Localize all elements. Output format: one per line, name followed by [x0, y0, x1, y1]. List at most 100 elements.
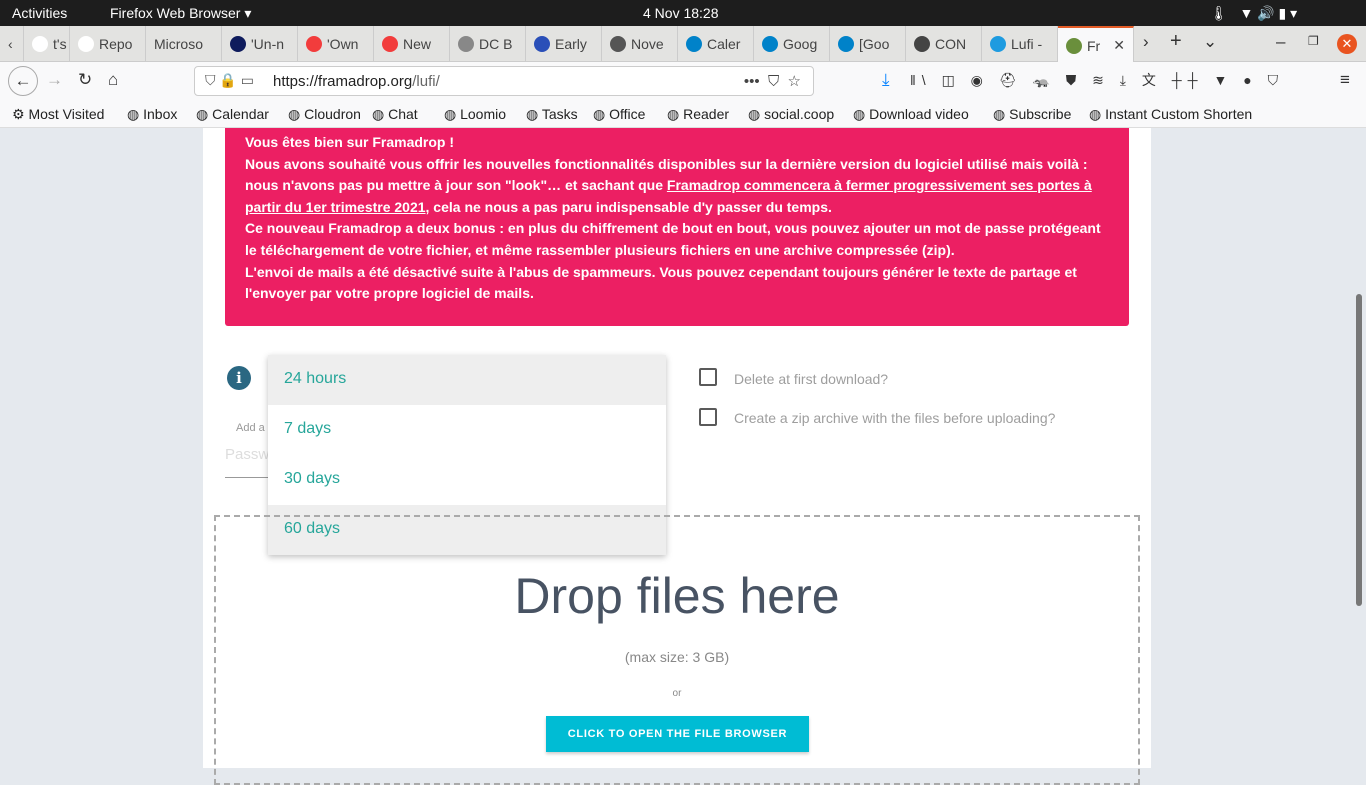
- tab[interactable]: 'Own: [298, 26, 374, 62]
- activities-button[interactable]: Activities: [12, 5, 67, 21]
- url-bar[interactable]: ⛉ 🔒 ▭ https://framadrop.org/lufi/ ••• ⛉ …: [194, 66, 814, 96]
- bookmark-item[interactable]: ⚙ Most Visited: [12, 106, 104, 123]
- scrollbar[interactable]: [1356, 294, 1362, 606]
- bookmark-icon: ⚙: [12, 106, 25, 122]
- tab[interactable]: t's tr: [24, 26, 70, 62]
- bookmarks-toolbar: ⚙ Most Visited ◍ Inbox ◍ Calendar ◍ Cloudro…: [0, 100, 1366, 128]
- bookmark-icon: ◍: [748, 106, 761, 122]
- downloads-icon[interactable]: ⤓: [882, 70, 890, 90]
- tab[interactable]: Fr ✕: [1058, 26, 1134, 62]
- tab[interactable]: Repo: [70, 26, 146, 62]
- tab-label: Fr: [1087, 38, 1101, 54]
- delete-first-label: Delete at first download?: [734, 371, 889, 387]
- tab-label: 'Un-n: [251, 36, 285, 52]
- bookmark-item[interactable]: ◍ social.coop: [748, 106, 834, 123]
- bookmark-item[interactable]: ◍ Tasks: [526, 106, 578, 123]
- navigation-toolbar: ← → ↻ ⌂ ⛉ 🔒 ▭ https://framadrop.org/lufi…: [0, 62, 1366, 100]
- system-tray-icons[interactable]: 🌡 ▼ 🔊 ▮ ▾: [1210, 5, 1297, 22]
- open-file-browser-button[interactable]: CLICK TO OPEN THE FILE BROWSER: [546, 716, 809, 752]
- menu-icon[interactable]: ≡: [1340, 70, 1350, 90]
- or-label: or: [672, 688, 682, 699]
- tab-scroll-left[interactable]: ‹: [0, 26, 24, 62]
- tab-bar: ‹ t's tr Repo Microso 'Un-n 'Own New DC B Early…: [0, 26, 1366, 62]
- bookmark-label: Office: [609, 106, 646, 122]
- minimize-button[interactable]: –: [1276, 32, 1285, 52]
- favicon-icon: [1066, 38, 1082, 54]
- bookmark-label: Inbox: [143, 106, 178, 122]
- tab[interactable]: Caler: [678, 26, 754, 62]
- extension-icons[interactable]: ‖\ ◫ ◉ ⛑ 🦡 ⛊ ≋ ⤓ 文 ┼┼ ▼ ● ⛉: [910, 70, 1284, 90]
- bookmark-icon: ◍: [667, 106, 680, 122]
- password-label: Add a: [236, 422, 265, 434]
- app-menu[interactable]: Firefox Web Browser ▾: [110, 5, 251, 22]
- forward-button[interactable]: →: [46, 70, 63, 90]
- bookmark-item[interactable]: ◍ Subscribe: [993, 106, 1071, 123]
- page-actions-icons[interactable]: ••• ⛉ ☆: [744, 72, 801, 90]
- close-tab-icon[interactable]: ✕: [1113, 37, 1125, 54]
- favicon-icon: [32, 36, 48, 52]
- tab-label: t's tr: [53, 36, 69, 52]
- tab-label: Lufi -: [1011, 36, 1043, 52]
- favicon-icon: [610, 36, 626, 52]
- home-button[interactable]: ⌂: [108, 70, 118, 90]
- bookmark-icon: ◍: [196, 106, 209, 122]
- bookmark-icon: ◍: [127, 106, 140, 122]
- back-button[interactable]: ←: [8, 66, 38, 96]
- delay-option[interactable]: 30 days: [268, 455, 666, 505]
- tab-label: 'Own: [327, 36, 359, 52]
- close-window-button[interactable]: ✕: [1337, 34, 1357, 54]
- bookmark-item[interactable]: ◍ Loomio: [444, 106, 506, 123]
- favicon-icon: [458, 36, 474, 52]
- notice-line: Nous avons souhaité vous offrir les nouv…: [245, 154, 1109, 219]
- tab[interactable]: Nove: [602, 26, 678, 62]
- reload-button[interactable]: ↻: [78, 70, 92, 90]
- bookmark-item[interactable]: ◍ Calendar: [196, 106, 269, 123]
- bookmark-label: Cloudron: [304, 106, 361, 122]
- tab[interactable]: Lufi -: [982, 26, 1058, 62]
- zip-checkbox[interactable]: [699, 408, 717, 426]
- tab-label: DC B: [479, 36, 513, 52]
- tab[interactable]: New: [374, 26, 450, 62]
- favicon-icon: [534, 36, 550, 52]
- bookmark-item[interactable]: ◍ Download video: [853, 106, 969, 123]
- bookmark-icon: ◍: [993, 106, 1006, 122]
- tab-label: Repo: [99, 36, 133, 52]
- favicon-icon: [990, 36, 1006, 52]
- clock[interactable]: 4 Nov 18:28: [643, 5, 719, 21]
- delete-first-checkbox[interactable]: [699, 368, 717, 386]
- delay-option[interactable]: 24 hours: [268, 355, 666, 405]
- shield-icon[interactable]: ⛉ 🔒 ▭: [205, 72, 254, 89]
- bookmark-item[interactable]: ◍ Reader: [667, 106, 729, 123]
- tab[interactable]: Microso: [146, 26, 222, 62]
- bookmark-label: Tasks: [541, 106, 578, 122]
- tab[interactable]: [Goo: [830, 26, 906, 62]
- tab[interactable]: CON: [906, 26, 982, 62]
- tab[interactable]: Early: [526, 26, 602, 62]
- bookmark-icon: ◍: [853, 106, 866, 122]
- bookmark-icon: ◍: [1089, 106, 1102, 122]
- bookmark-item[interactable]: ◍ Chat: [372, 106, 418, 123]
- bookmark-label: Download video: [869, 106, 969, 122]
- tab-list-button[interactable]: ⌄: [1203, 32, 1217, 52]
- favicon-icon: [78, 36, 94, 52]
- notice-banner: Vous êtes bien sur Framadrop ! Nous avon…: [225, 128, 1129, 326]
- favicon-icon: [306, 36, 322, 52]
- maximize-button[interactable]: ❐: [1308, 34, 1319, 48]
- tab[interactable]: Goog: [754, 26, 830, 62]
- bookmark-item[interactable]: ◍ Cloudron: [288, 106, 361, 123]
- tab-scroll-right[interactable]: ›: [1143, 32, 1149, 52]
- page-content: Vous êtes bien sur Framadrop ! Nous avon…: [203, 128, 1151, 785]
- tab-label: Microso: [154, 36, 204, 52]
- info-icon[interactable]: i: [227, 366, 251, 390]
- delay-option[interactable]: 7 days: [268, 405, 666, 455]
- tab-label: Goog: [783, 36, 818, 52]
- bookmark-item[interactable]: ◍ Instant Custom Shorten: [1089, 106, 1252, 123]
- tab[interactable]: 'Un-n: [222, 26, 298, 62]
- bookmark-item[interactable]: ◍ Office: [593, 106, 645, 123]
- drop-zone[interactable]: Drop files here (max size: 3 GB) or CLIC…: [214, 515, 1140, 785]
- bookmark-icon: ◍: [593, 106, 606, 122]
- notice-line: L'envoi de mails a été désactivé suite à…: [245, 263, 1077, 302]
- new-tab-button[interactable]: +: [1170, 30, 1182, 53]
- bookmark-item[interactable]: ◍ Inbox: [127, 106, 177, 123]
- tab[interactable]: DC B: [450, 26, 526, 62]
